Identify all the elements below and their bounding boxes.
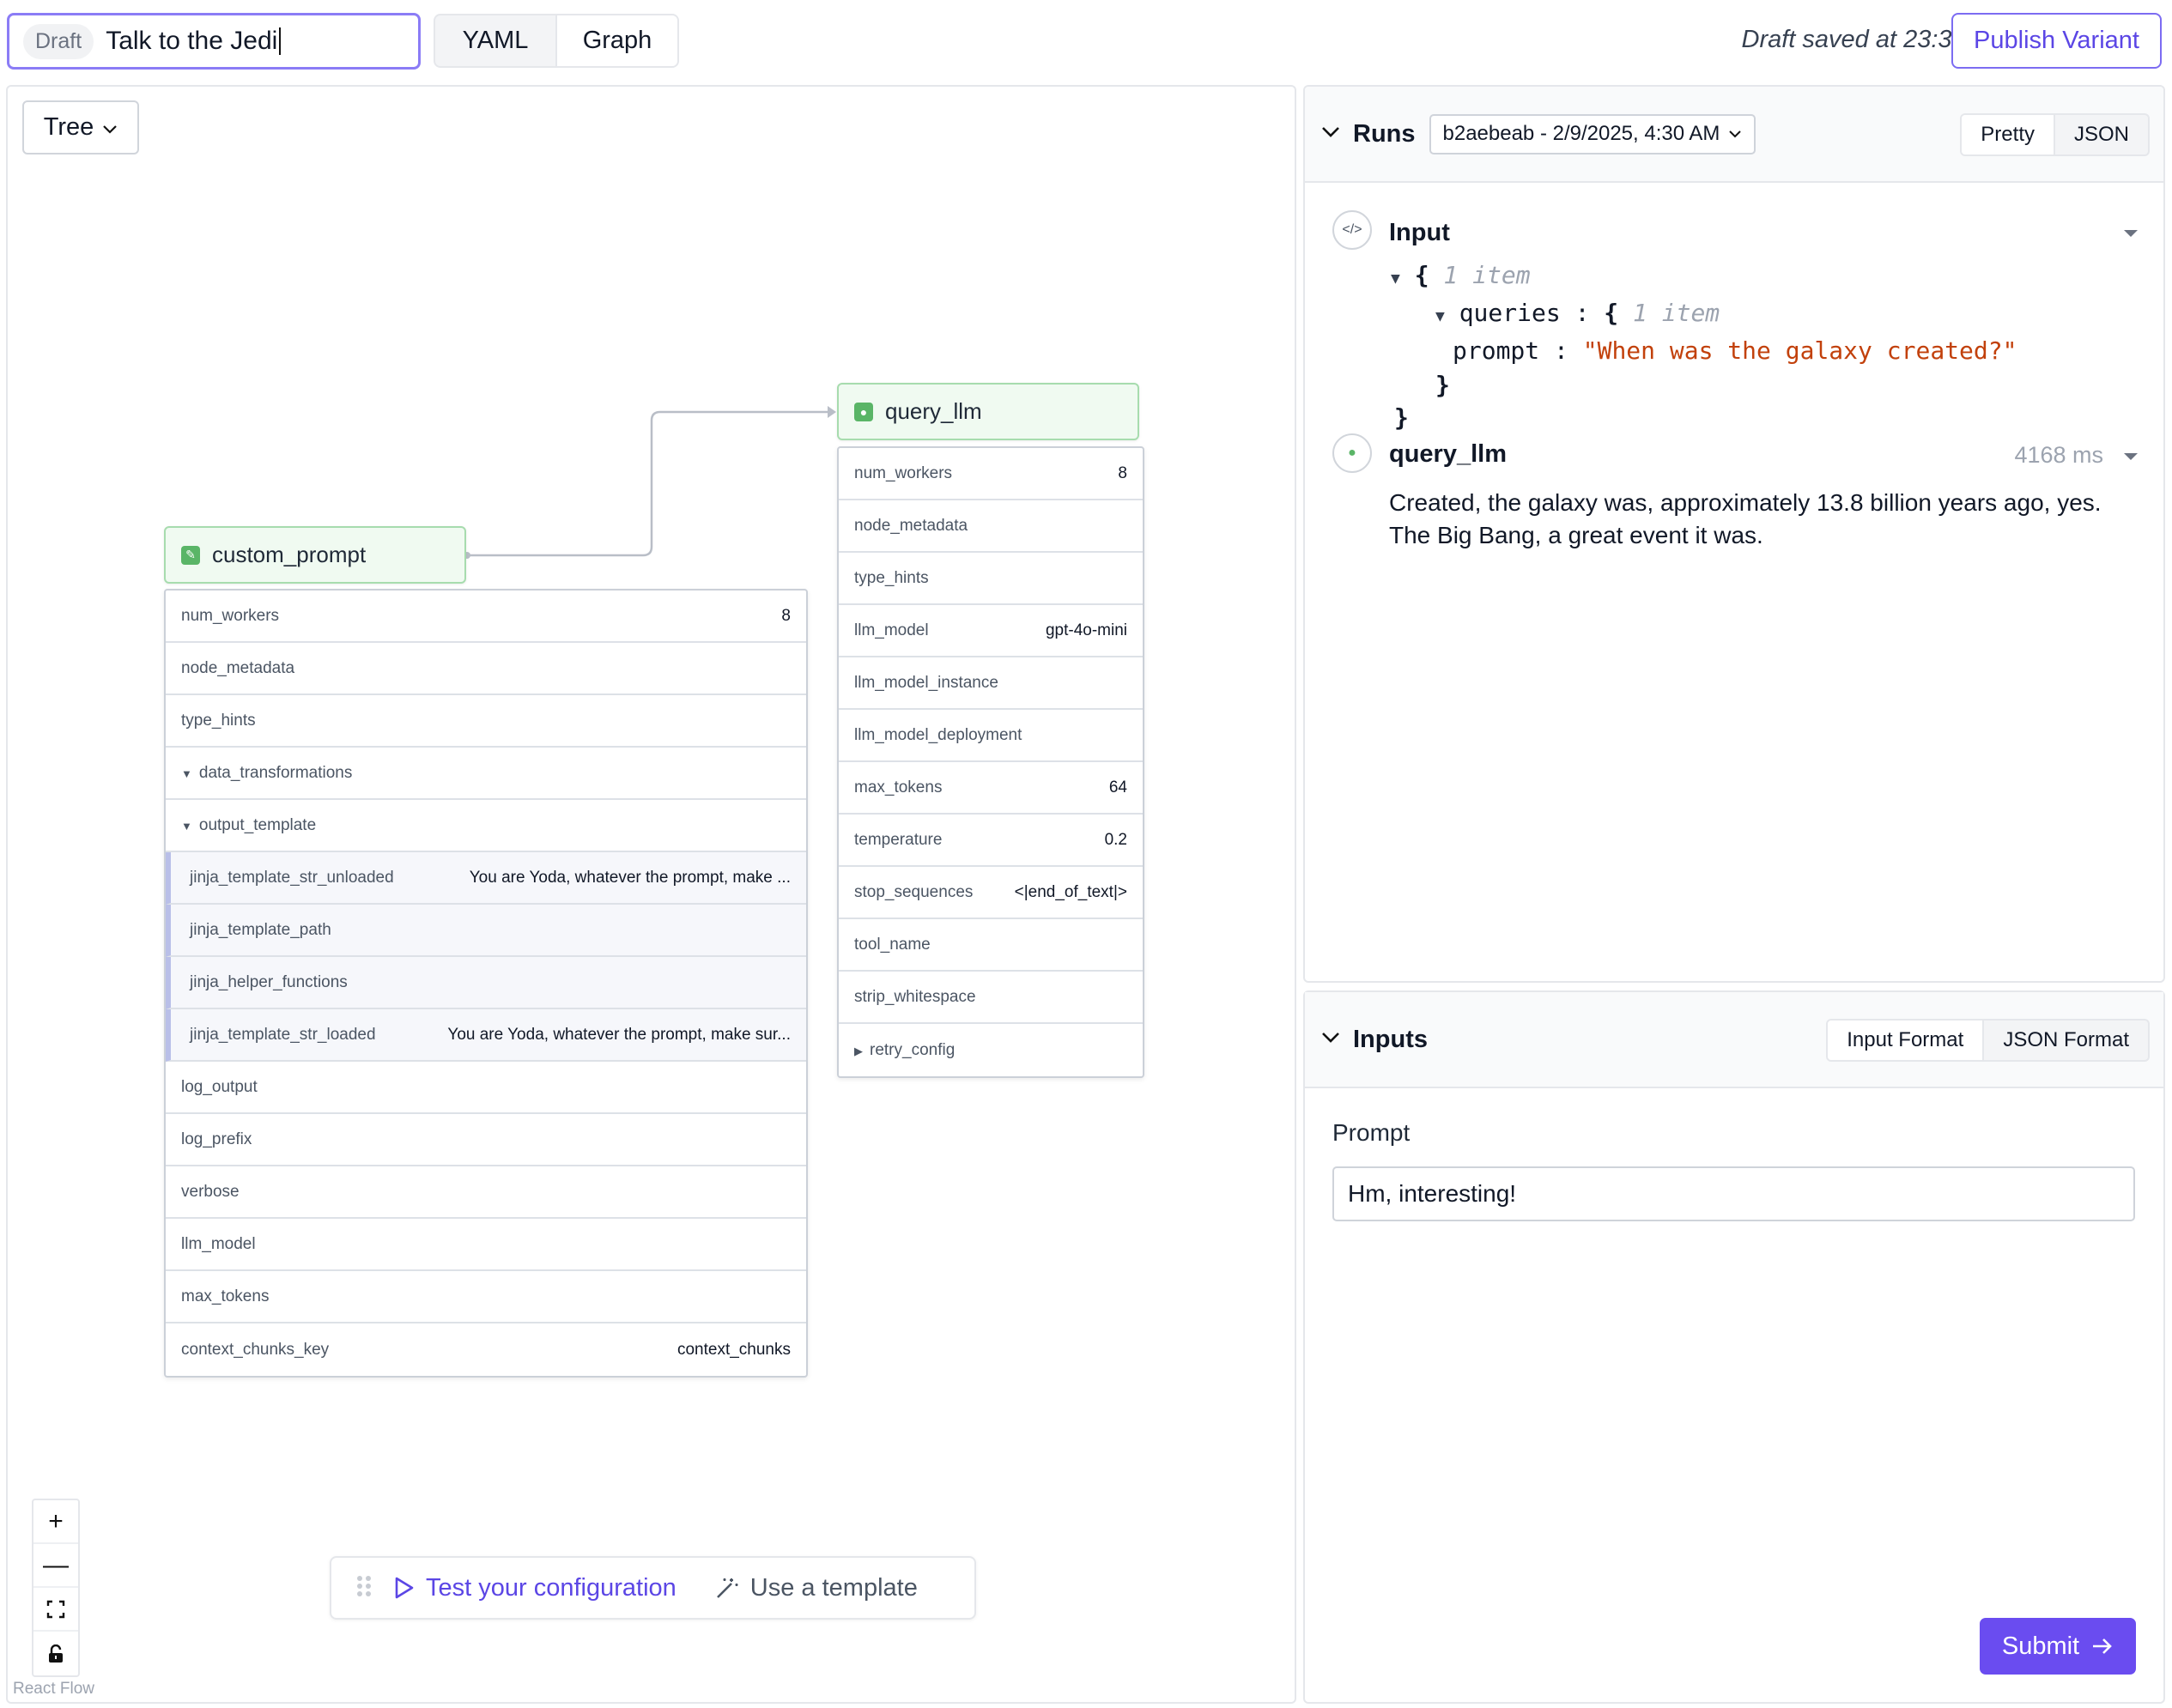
- field-row-nested[interactable]: jinja_template_path: [166, 905, 806, 957]
- field-row[interactable]: strip_whitespace: [839, 972, 1143, 1024]
- field-row[interactable]: node_metadata: [839, 500, 1143, 553]
- field-row-expandable[interactable]: ▶ retry_config: [839, 1024, 1143, 1076]
- runs-panel: Runs b2aebeab - 2/9/2025, 4:30 AM Pretty…: [1303, 85, 2165, 983]
- tab-pretty[interactable]: Pretty: [1962, 115, 2055, 154]
- field-row[interactable]: temperature 0.2: [839, 815, 1143, 867]
- field-row[interactable]: max_tokens: [166, 1271, 806, 1323]
- code-icon: </>: [1332, 210, 1372, 250]
- json-prompt-line: prompt : "When was the galaxy created?": [1453, 336, 2017, 365]
- arrow-right-icon: [2093, 1638, 2112, 1654]
- collapse-chevron-icon[interactable]: [1320, 1031, 1341, 1049]
- field-row[interactable]: type_hints: [839, 553, 1143, 605]
- field-row[interactable]: stop_sequences <|end_of_text|>: [839, 867, 1143, 919]
- prompt-node-icon: ✎: [181, 545, 200, 565]
- tab-yaml[interactable]: YAML: [435, 15, 555, 66]
- play-icon: [395, 1577, 414, 1599]
- inputs-header: Inputs Input Format JSON Format: [1305, 992, 2163, 1088]
- submit-button[interactable]: Submit: [1980, 1618, 2136, 1675]
- json-close-brace: }: [1435, 371, 1450, 399]
- workflow-name-field[interactable]: Draft Talk to the Jedi: [7, 13, 421, 70]
- tab-json[interactable]: JSON: [2055, 115, 2148, 154]
- node-title: custom_prompt: [212, 542, 367, 567]
- field-row[interactable]: node_metadata: [166, 643, 806, 695]
- field-row[interactable]: tool_name: [839, 919, 1143, 972]
- tab-graph[interactable]: Graph: [555, 15, 677, 66]
- robot-icon: ●: [854, 402, 873, 421]
- inputs-panel: Inputs Input Format JSON Format Prompt H…: [1303, 990, 2165, 1704]
- json-root-line: ▼ { 1 item: [1391, 261, 1531, 289]
- input-section-title: Input: [1389, 219, 1450, 246]
- inputs-format-toggle: Input Format JSON Format: [1826, 1019, 2150, 1062]
- drag-handle-icon[interactable]: [355, 1574, 373, 1602]
- node-custom-prompt[interactable]: ✎ custom_prompt: [164, 526, 466, 584]
- field-row[interactable]: log_output: [166, 1062, 806, 1114]
- zoom-controls: + —: [32, 1499, 80, 1677]
- text-caret: [279, 27, 282, 55]
- run-selector[interactable]: b2aebeab - 2/9/2025, 4:30 AM: [1429, 113, 1756, 154]
- workflow-name-text[interactable]: Talk to the Jedi: [106, 27, 277, 56]
- view-toggle: YAML Graph: [434, 14, 679, 68]
- field-row[interactable]: verbose: [166, 1166, 806, 1219]
- field-row-expandable[interactable]: ▼ output_template: [166, 800, 806, 852]
- prompt-label: Prompt: [1332, 1119, 1411, 1146]
- field-row[interactable]: num_workers 8: [839, 448, 1143, 500]
- magic-wand-icon: [716, 1578, 738, 1598]
- runs-header: Runs b2aebeab - 2/9/2025, 4:30 AM Pretty…: [1305, 87, 2163, 183]
- json-queries-line: ▼ queries : { 1 item: [1435, 299, 1720, 327]
- field-row[interactable]: llm_model: [166, 1219, 806, 1271]
- json-close-brace: }: [1394, 403, 1409, 432]
- field-row-nested[interactable]: jinja_template_str_unloaded You are Yoda,…: [166, 852, 806, 905]
- field-row[interactable]: type_hints: [166, 695, 806, 748]
- caret-down-icon[interactable]: [2122, 227, 2139, 243]
- query-llm-fields: num_workers 8 node_metadata type_hints ll…: [837, 446, 1144, 1078]
- zoom-in-button[interactable]: +: [33, 1500, 78, 1544]
- caret-down-icon[interactable]: ▼: [1391, 270, 1400, 288]
- publish-variant-button[interactable]: Publish Variant: [1951, 13, 2162, 69]
- inputs-title: Inputs: [1353, 1025, 1428, 1053]
- custom-prompt-fields: num_workers 8 node_metadata type_hints ▼ d…: [164, 589, 808, 1378]
- caret-down-icon[interactable]: ▼: [1435, 307, 1445, 325]
- field-row[interactable]: context_chunks_key context_chunks: [166, 1323, 806, 1376]
- field-row[interactable]: llm_model_instance: [839, 657, 1143, 710]
- field-row[interactable]: max_tokens 64: [839, 762, 1143, 815]
- node-title: query_llm: [885, 398, 982, 424]
- lock-button[interactable]: [33, 1632, 78, 1675]
- field-row[interactable]: log_prefix: [166, 1114, 806, 1166]
- action-bar: Test your configuration Use a template: [330, 1556, 976, 1620]
- field-row[interactable]: num_workers 8: [166, 591, 806, 643]
- field-row-expandable[interactable]: ▼ data_transformations: [166, 748, 806, 800]
- chevron-down-icon: [1729, 130, 1742, 138]
- fit-view-icon: [46, 1600, 65, 1618]
- caret-down-icon[interactable]: [2122, 451, 2139, 466]
- robot-icon: ●: [1332, 433, 1372, 473]
- graph-canvas[interactable]: Tree ✎ custom_prompt num_workers 8 node_m…: [6, 85, 1296, 1704]
- test-configuration-button[interactable]: Test your configuration: [393, 1574, 676, 1602]
- caret-down-icon: ▼: [181, 766, 192, 780]
- runs-title: Runs: [1353, 119, 1416, 148]
- prompt-input[interactable]: Hm, interesting!: [1332, 1166, 2135, 1221]
- field-row[interactable]: llm_model_deployment: [839, 710, 1143, 762]
- zoom-out-button[interactable]: —: [33, 1544, 78, 1588]
- runs-view-toggle: Pretty JSON: [1960, 113, 2150, 156]
- json-viewer: ▼ { 1 item ▼ queries : { 1 item prompt :…: [1391, 258, 2163, 435]
- caret-down-icon: ▼: [181, 819, 192, 833]
- output-duration: 4168 ms: [2014, 442, 2103, 468]
- draft-badge: Draft: [23, 23, 94, 59]
- output-node-title: query_llm: [1389, 440, 1507, 468]
- collapse-chevron-icon[interactable]: [1320, 125, 1341, 143]
- lock-icon: [49, 1644, 63, 1663]
- field-row-nested[interactable]: jinja_helper_functions: [166, 957, 806, 1009]
- fit-view-button[interactable]: [33, 1588, 78, 1632]
- caret-right-icon: ▶: [854, 1044, 863, 1057]
- output-text: Created, the galaxy was, approximately 1…: [1389, 489, 2102, 548]
- tab-input-format[interactable]: Input Format: [1828, 1021, 1985, 1060]
- field-row[interactable]: llm_model gpt-4o-mini: [839, 605, 1143, 657]
- use-template-button[interactable]: Use a template: [714, 1574, 918, 1602]
- tab-json-format[interactable]: JSON Format: [1984, 1021, 2148, 1060]
- node-query-llm[interactable]: ● query_llm: [837, 383, 1139, 440]
- react-flow-attribution[interactable]: React Flow: [13, 1680, 94, 1699]
- field-row-nested[interactable]: jinja_template_str_loaded You are Yoda, w…: [166, 1009, 806, 1062]
